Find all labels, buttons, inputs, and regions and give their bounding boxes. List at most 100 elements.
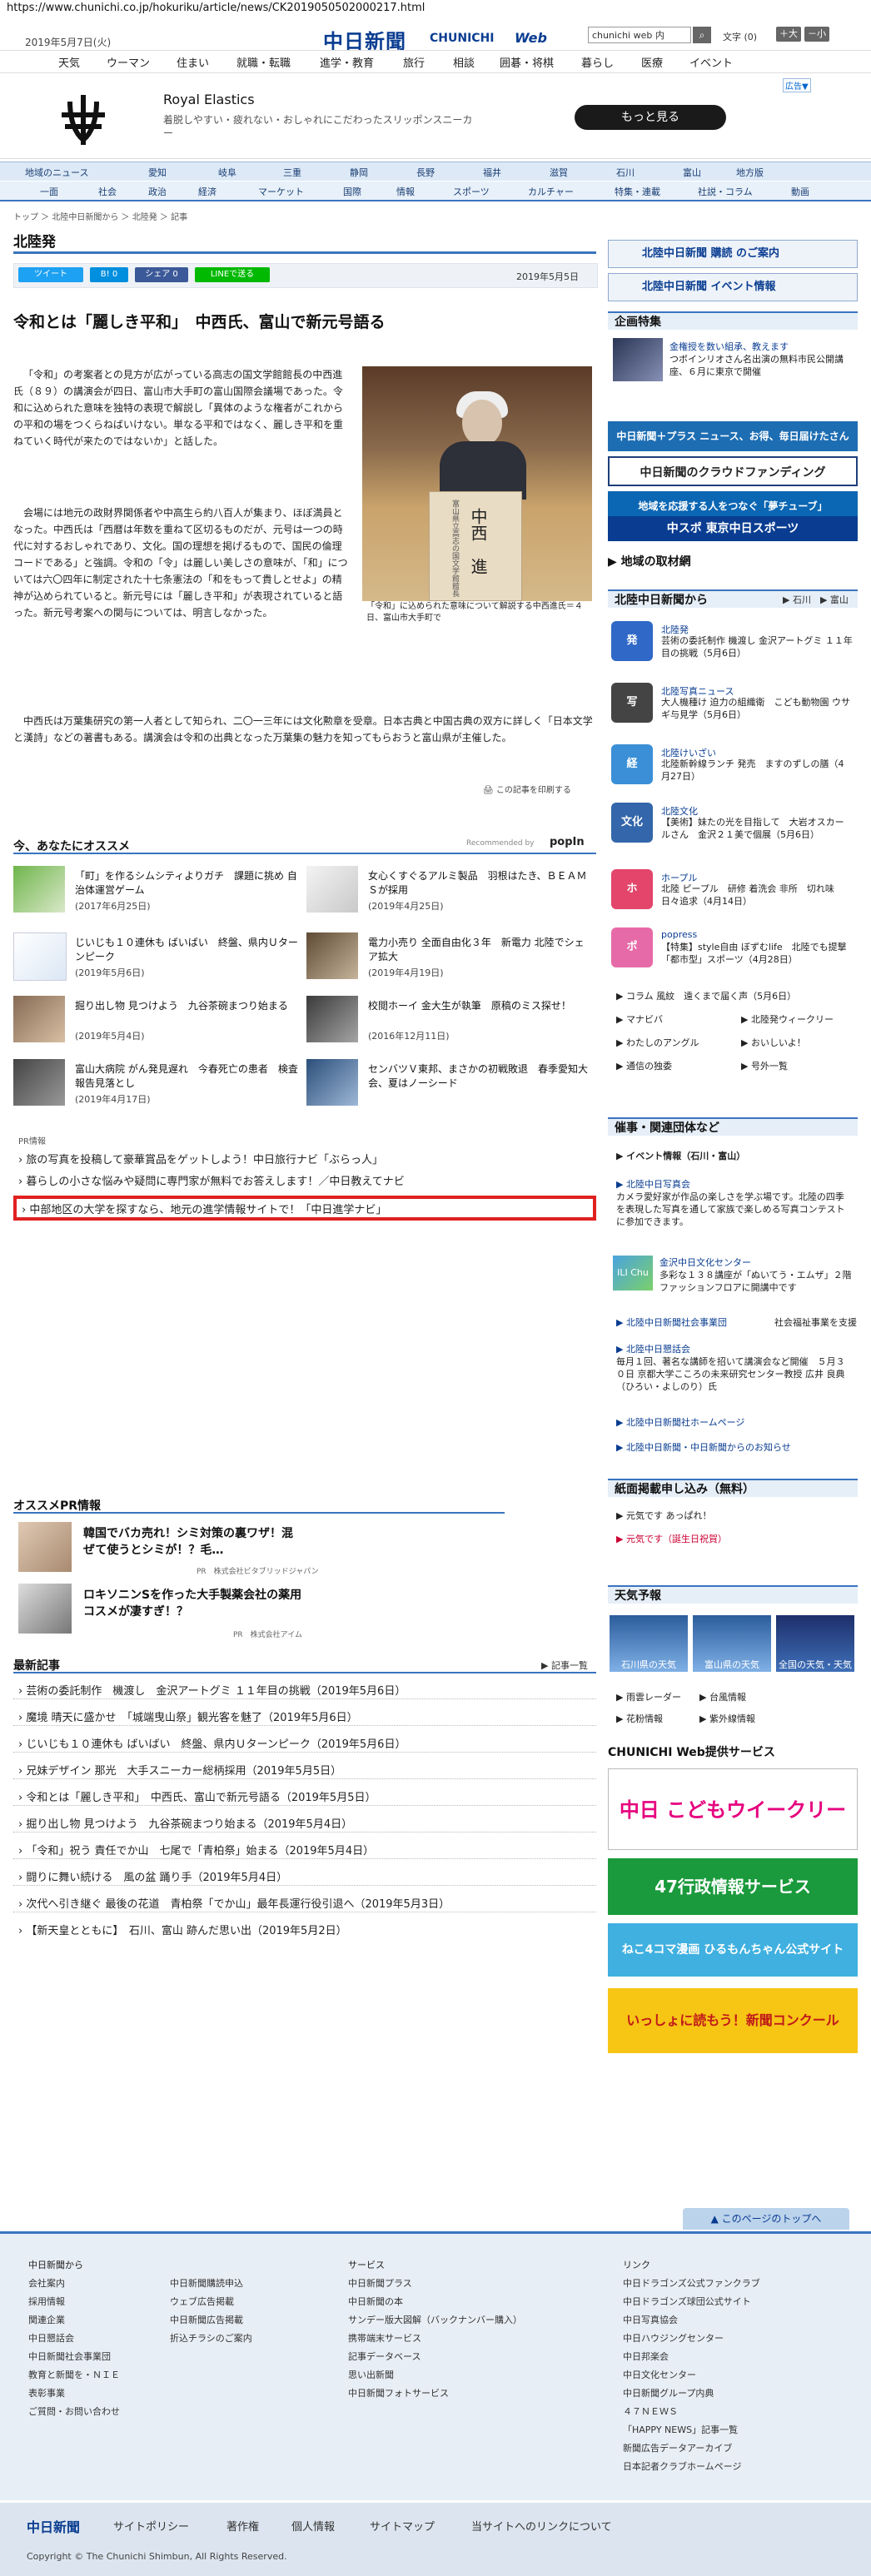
recommend-item[interactable]: 富山大病院 がん発見遅れ 今春死亡の患者 検査報告見落とし (2019年4月17… [13, 1059, 298, 1109]
recommend-item[interactable]: 「町」を作るシムシティよりガチ 課題に挑め 自治体運営ゲーム (2017年6月2… [13, 866, 297, 916]
footer-link[interactable]: 関連企業 [28, 2313, 65, 2326]
footer-link[interactable]: 中日文化センター [623, 2368, 696, 2381]
nie-contest-banner[interactable]: いっしょに読もう！新聞コンクール [608, 1988, 858, 2053]
breadcrumb[interactable]: トップ ＞ 北陸中日新聞から ＞ 北陸発 ＞ 記事 [13, 210, 187, 222]
footer-policy-link[interactable]: サイトポリシー [113, 2518, 189, 2534]
event-item-title[interactable]: ▶ 北陸中日新聞社ホームページ [616, 1415, 744, 1429]
shimen-link[interactable]: ▶ 元気です あっぱれ！ [616, 1509, 711, 1522]
event-item-title[interactable]: ▶ 北陸中日写真会 [616, 1177, 690, 1191]
event-info-button[interactable]: 北陸中日新聞 イベント情報 [608, 273, 858, 301]
pr-link[interactable]: › 暮らしの小さな悩みや疑問に専門家が無料でお答えします！／中日教えてナビ [18, 1172, 405, 1188]
footer-link[interactable]: 中日新聞フォトサービス [348, 2386, 449, 2399]
recommend-item[interactable]: じいじも１０連休も ばいばい 終盤、県内Ｕターンピーク (2019年5月6日) [13, 932, 298, 982]
shimen-link[interactable]: ▶ 元気です（誕生日祝賀） [616, 1532, 727, 1545]
latest-item[interactable]: › 芸術の委託制作 機渡し 金沢アートグミ １１年目の挑戦（2019年5月6日） [18, 1682, 406, 1698]
search-button[interactable]: ⌕ [693, 27, 711, 43]
from-item-text[interactable]: 北陸新幹線ランチ 発売 ますのずしの膳（4月27日） [661, 758, 853, 783]
rnav-item[interactable]: 岐阜 [218, 166, 236, 179]
latest-item[interactable]: › 次代へ引き継ぐ 最後の花道 青柏祭「でか山」最年長運行役引退へ（2019年5… [18, 1895, 450, 1911]
footer-link[interactable]: 中日新聞購読申込 [170, 2276, 243, 2290]
tweet-button[interactable]: ツイート [18, 267, 83, 282]
rnav-item[interactable]: 富山 [683, 166, 701, 179]
rnav-item[interactable]: 愛知 [148, 166, 167, 179]
cnav-item[interactable]: スポーツ [453, 185, 490, 198]
footer-policy-link[interactable]: 当サイトへのリンクについて [471, 2518, 612, 2534]
gnav-item[interactable]: 天気 [58, 54, 80, 70]
footer-link[interactable]: 折込チラシのご案内 [170, 2331, 252, 2345]
gnav-item[interactable]: 進学・教育 [320, 54, 374, 70]
torizai-link[interactable]: ▶ 地域の取材網 [608, 553, 858, 569]
rnav-item[interactable]: 滋賀 [550, 166, 568, 179]
footer-link[interactable]: 中日写真協会 [623, 2313, 678, 2326]
latest-item[interactable]: › 【新天皇とともに】 石川、富山 跡んだ思い出（2019年5月2日） [18, 1922, 347, 1937]
footer-link[interactable]: 採用情報 [28, 2295, 65, 2308]
gnav-item[interactable]: ウーマン [107, 54, 150, 70]
cnav-item[interactable]: マーケット [258, 185, 304, 198]
gyosei-info-banner[interactable]: 47行政情報サービス [608, 1858, 858, 1915]
ad-mark[interactable]: 広告▼ [783, 78, 811, 92]
event-item-title[interactable]: ▶ 北陸中日新聞・中日新聞からのお知らせ [616, 1440, 791, 1454]
footer-link[interactable]: ご質問・お問い合わせ [28, 2404, 120, 2418]
cnav-item[interactable]: 動画 [791, 185, 809, 198]
from-item-icon[interactable]: ホ [611, 869, 653, 909]
ad-title[interactable]: Royal Elastics [163, 92, 255, 107]
rnav-item[interactable]: 石川 [616, 166, 635, 179]
column-link[interactable]: ▶ わたしのアングル [616, 1036, 699, 1049]
gnav-item[interactable]: 相談 [453, 54, 475, 70]
gnav-item[interactable]: イベント [689, 54, 733, 70]
gnav-item[interactable]: 囲碁・将棋 [500, 54, 554, 70]
recommend-item[interactable]: センバツＶ東邦、まさかの初戦敗退 春季愛知大会、夏はノーシード [306, 1059, 590, 1109]
ad-cta-button[interactable]: もっと見る [575, 105, 726, 130]
chuspo-banner[interactable]: 中スポ 東京中日スポーツ [608, 516, 858, 541]
footer-policy-link[interactable]: サイトマップ [370, 2518, 435, 2534]
osusume-pr-text[interactable]: ロキソニンSを作った大手製薬会社の薬用コスメが凄すぎ！？ [83, 1587, 308, 1620]
footer-link[interactable]: 中日ハウジングセンター [623, 2331, 724, 2345]
latest-item[interactable]: › 掘り出し物 見つけよう 九谷茶碗まつり始まる（2019年5月4日） [18, 1815, 352, 1831]
footer-link[interactable]: 日本記者クラブホームページ [623, 2459, 741, 2473]
address-bar[interactable]: https://www.chunichi.co.jp/hokuriku/arti… [0, 0, 871, 18]
event-item-title[interactable]: ▶ 北陸中日懇話会 [616, 1342, 690, 1355]
osusume-pr-thumb[interactable] [18, 1584, 72, 1634]
weather-link[interactable]: ▶ 雨雲レーダー [616, 1690, 681, 1703]
osusume-pr-thumb[interactable] [18, 1522, 72, 1572]
rnav-item[interactable]: 長野 [416, 166, 435, 179]
weather-ishikawa[interactable]: 石川県の天気 [610, 1615, 688, 1672]
from-item-icon[interactable]: 発 [611, 621, 653, 661]
column-link[interactable]: ▶ 号外一覧 [741, 1059, 788, 1072]
footer-link[interactable]: 表彰事業 [28, 2386, 65, 2399]
subscribe-button[interactable]: 北陸中日新聞 購読 のご案内 [608, 240, 858, 268]
column-link[interactable]: ▶ おいしいよ！ [741, 1036, 806, 1049]
print-article-link[interactable]: 🖨 この記事を印刷する [483, 783, 571, 795]
footer-logo[interactable]: 中日新聞 [27, 2516, 80, 2536]
from-item-title[interactable]: popress [661, 929, 697, 940]
rnav-item[interactable]: 福井 [483, 166, 501, 179]
latest-item[interactable]: › 闘りに舞い続ける 風の盆 踊り手（2019年5月4日） [18, 1868, 287, 1884]
weather-national[interactable]: 全国の天気・天気 [776, 1615, 854, 1672]
footer-policy-link[interactable]: 個人情報 [291, 2518, 335, 2534]
weather-link[interactable]: ▶ 台風情報 [699, 1690, 746, 1703]
footer-link[interactable]: 中日新聞広告掲載 [170, 2313, 243, 2326]
rnav-item[interactable]: 静岡 [350, 166, 368, 179]
from-item-text[interactable]: 大人機種け 迫力の組織衛 こども動物園 ウサギ与見学（5月6日） [661, 696, 853, 721]
hokuriku-from-links[interactable]: ▶ 石川 ▶ 富山 [783, 593, 849, 606]
column-link[interactable]: ▶ 北陸発ウィークリー [741, 1012, 834, 1026]
footer-link[interactable]: 中日新聞の本 [348, 2295, 403, 2308]
hatena-button[interactable]: B! 0 [90, 267, 128, 282]
weather-toyama[interactable]: 富山県の天気 [693, 1615, 771, 1672]
latest-item[interactable]: › 魔境 晴天に盛かせ 「城端曳山祭」観光客を魅了（2019年5月6日） [18, 1708, 358, 1724]
event-item-title[interactable]: 金沢中日文化センター [659, 1256, 751, 1269]
footer-link[interactable]: 記事データベース [348, 2350, 421, 2363]
footer-link[interactable]: ウェブ広告掲載 [170, 2295, 234, 2308]
cnav-item[interactable]: 経済 [198, 185, 217, 198]
popin-logo[interactable]: popIn [550, 836, 585, 848]
recommend-item[interactable]: 校閲ホーイ 金大生が執筆 原稿のミス探せ！ (2016年12月11日) [306, 996, 590, 1046]
page-top-button[interactable]: ▲ このページのトップへ [683, 2208, 849, 2230]
recommend-item[interactable]: 女心くすぐるアルミ製品 羽根はたき、ＢＥＡＭＳが採用 (2019年4月25日) [306, 866, 590, 916]
footer-link[interactable]: 中日ドラゴンズ公式ファンクラブ [623, 2276, 760, 2290]
footer-link[interactable]: 中日邦楽会 [623, 2350, 669, 2363]
rnav-item[interactable]: 地域のニュース [25, 166, 88, 179]
footer-link[interactable]: 中日新聞社会事業団 [28, 2350, 111, 2363]
recommend-item[interactable]: 電力小売り 全面自由化３年 新電力 北陸でシェア拡大 (2019年4月19日) [306, 932, 590, 982]
from-item-text[interactable]: 【美術】妹たの光を目指して 大岩オスカールさん 金沢２１美で個展（5月6日） [661, 816, 853, 841]
cnav-item[interactable]: カルチャー [528, 185, 574, 198]
